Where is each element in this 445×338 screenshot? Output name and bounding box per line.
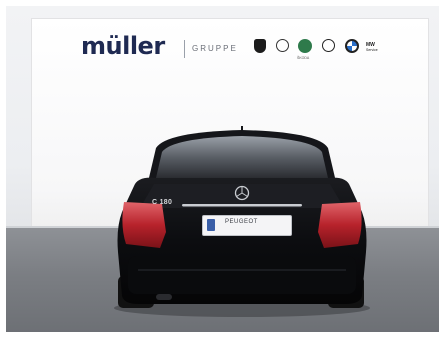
taillight-right bbox=[318, 202, 362, 248]
plate-eu-strip bbox=[207, 219, 215, 231]
model-badge: C 180 bbox=[152, 199, 173, 206]
plate-dealer-text: PEUGEOT bbox=[225, 219, 258, 225]
photo-frame: müller GRUPPE ŠKODA MW Service C 180 PEU… bbox=[6, 6, 439, 332]
antenna bbox=[241, 126, 243, 134]
rear-window bbox=[156, 136, 328, 178]
chrome-strip bbox=[182, 204, 302, 207]
taillight-left bbox=[122, 202, 166, 248]
exhaust-left bbox=[156, 294, 172, 300]
rear-bumper bbox=[128, 256, 356, 294]
car-rear-view bbox=[114, 126, 370, 317]
license-plate-holder: PEUGEOT bbox=[202, 215, 292, 236]
